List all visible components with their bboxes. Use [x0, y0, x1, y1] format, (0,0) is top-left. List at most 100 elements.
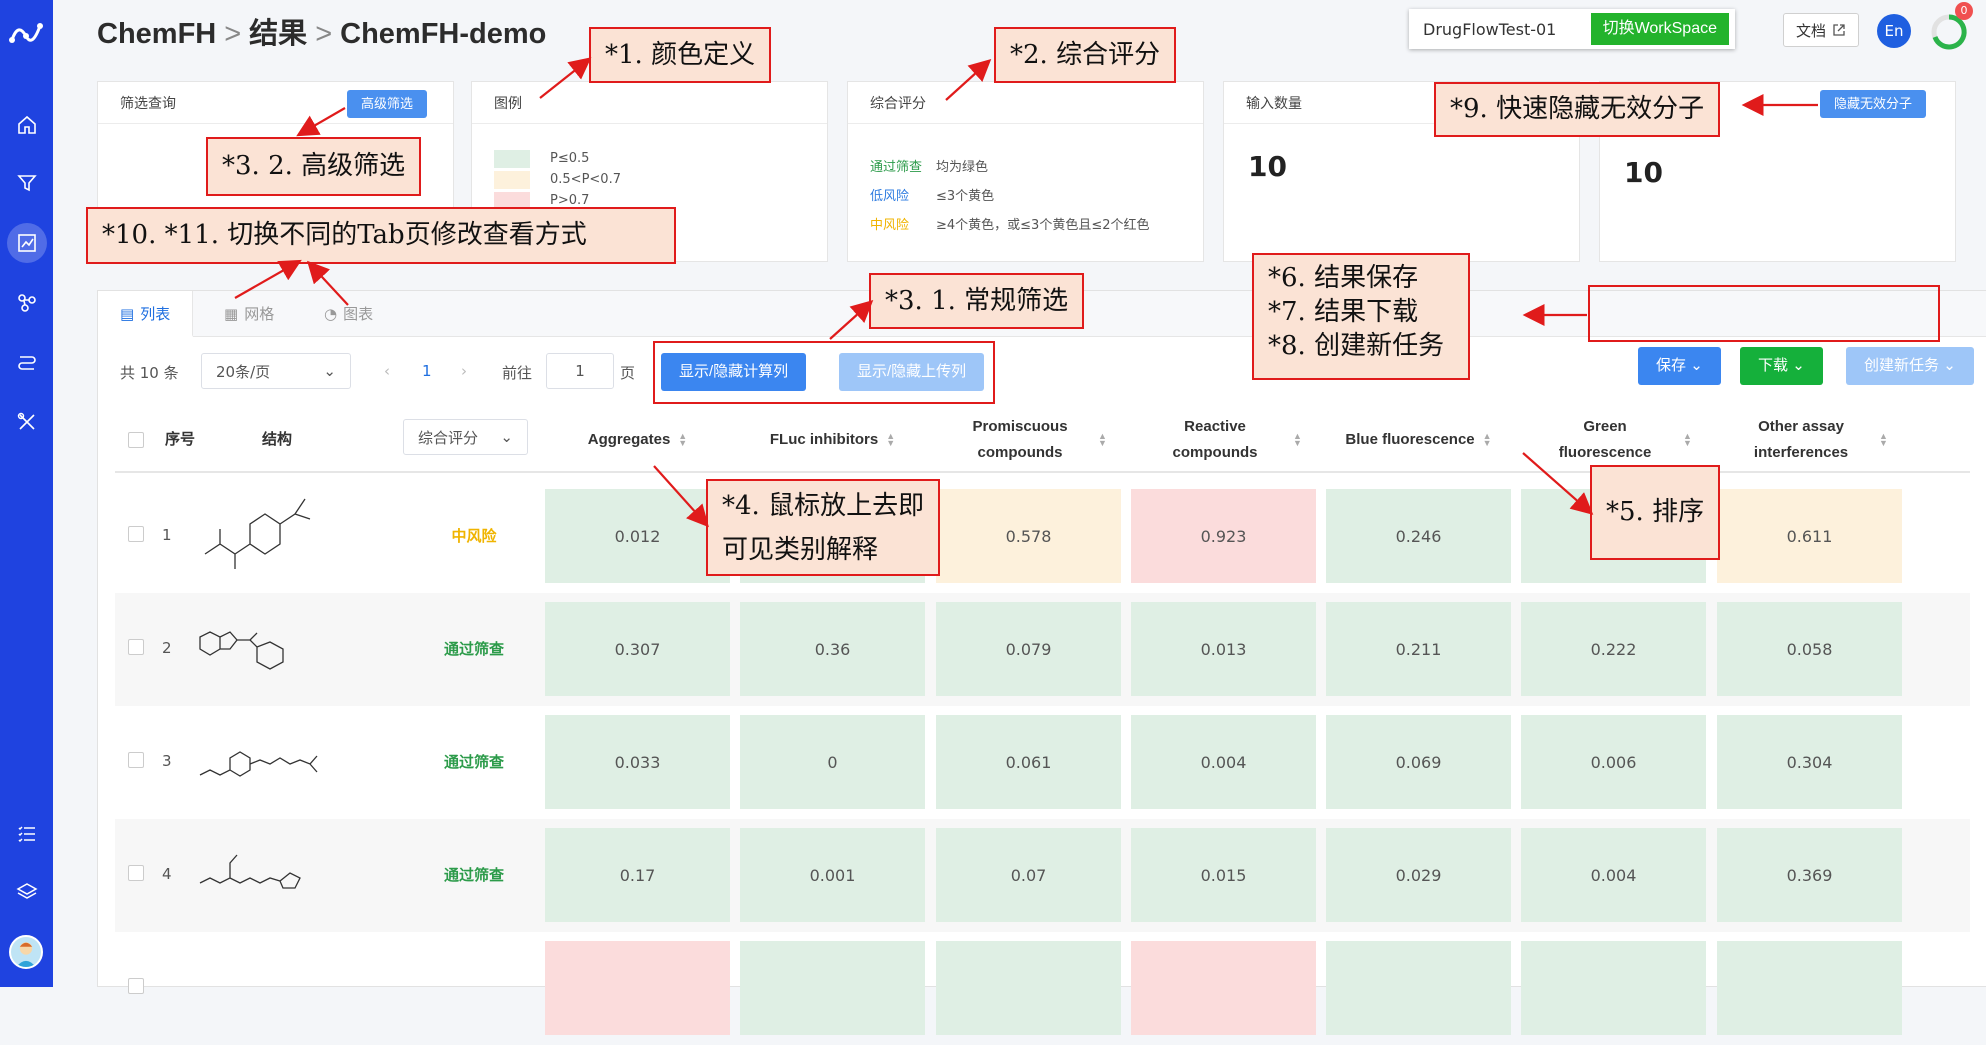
score-cell[interactable]: 0.17 — [545, 828, 730, 922]
new-task-button[interactable]: 创建新任务 ⌄ — [1846, 347, 1974, 385]
score-cell[interactable]: 0.013 — [1131, 602, 1316, 696]
score-filter-select[interactable]: 综合评分 ⌄ — [403, 419, 528, 455]
score-cell[interactable]: 0.033 — [545, 715, 730, 809]
score-cell[interactable] — [545, 941, 730, 1035]
score-cell[interactable]: 0.611 — [1717, 489, 1902, 583]
sort-icon[interactable]: ▲ ▼ — [886, 431, 895, 447]
table-row[interactable]: 4 通过筛查 0.17 0.001 0.07 0.015 0.029 0.004 0.369 — [115, 819, 1970, 932]
score-cell[interactable] — [1326, 941, 1511, 1035]
current-page[interactable]: 1 — [422, 362, 432, 380]
row-checkbox[interactable] — [128, 865, 144, 881]
switch-workspace-button[interactable]: 切换WorkSpace — [1590, 13, 1729, 45]
molecule-structure[interactable] — [195, 607, 325, 691]
score-label: 低风险 — [870, 189, 910, 204]
nav-molecule[interactable] — [0, 281, 53, 325]
main-area: ChemFH > 结果 > ChemFH-demo DrugFlowTest-01 切换… — [53, 0, 1986, 1035]
table-row[interactable] — [115, 932, 1970, 1045]
sort-icon[interactable]: ▲ ▼ — [678, 431, 687, 447]
sort-icon[interactable]: ▲ ▼ — [1293, 431, 1302, 447]
score-cell[interactable]: 0.001 — [740, 828, 925, 922]
score-cell[interactable]: 0 — [740, 715, 925, 809]
legend-item: P≤0.5 — [494, 148, 621, 169]
tab-list[interactable]: ▤ 列表 — [98, 291, 194, 337]
sort-icon[interactable]: ▲ ▼ — [1879, 431, 1888, 447]
nav-tasks[interactable] — [0, 812, 53, 856]
goto-page-input[interactable]: 1 — [546, 353, 614, 389]
score-cell[interactable]: 0.36 — [740, 602, 925, 696]
language-button[interactable]: En — [1877, 14, 1911, 48]
header-col-label: Promiscuous compounds — [972, 417, 1068, 461]
table-row[interactable]: 3 通过筛查 0.033 0 0.061 0.004 0.069 0.006 0.304 — [115, 706, 1970, 819]
score-cell[interactable] — [740, 941, 925, 1035]
score-cell[interactable]: 0.307 — [545, 602, 730, 696]
molecule-structure[interactable] — [195, 833, 325, 917]
score-cell[interactable]: 0.07 — [936, 828, 1121, 922]
molecule-structure[interactable] — [195, 494, 325, 578]
select-all-checkbox[interactable] — [128, 432, 144, 448]
score-cell[interactable]: 0.029 — [1326, 828, 1511, 922]
score-cell[interactable]: 0.069 — [1326, 715, 1511, 809]
score-cell[interactable]: 0.222 — [1521, 602, 1706, 696]
score-cell[interactable]: 0.079 — [936, 602, 1121, 696]
breadcrumb-results[interactable]: 结果 — [249, 18, 307, 50]
nav-layers[interactable] — [0, 870, 53, 914]
row-checkbox[interactable] — [128, 752, 144, 768]
sort-icon[interactable]: ▲ ▼ — [1483, 431, 1492, 447]
score-cell[interactable]: 0.004 — [1131, 715, 1316, 809]
header-col[interactable]: Reactive compounds ▲ ▼ — [1131, 406, 1316, 473]
row-checkbox[interactable] — [128, 639, 144, 655]
score-cell[interactable]: 0.211 — [1326, 602, 1511, 696]
prev-page-icon[interactable]: ‹ — [384, 362, 390, 380]
score-cell[interactable]: 0.012 — [545, 489, 730, 583]
pie-chart-icon: ◔ — [324, 305, 338, 323]
score-cell[interactable]: 0.058 — [1717, 602, 1902, 696]
score-cell[interactable]: 0.015 — [1131, 828, 1316, 922]
nav-flow[interactable] — [0, 340, 53, 384]
score-cell[interactable] — [1131, 941, 1316, 1035]
nav-results[interactable] — [0, 221, 53, 265]
score-cell[interactable] — [1717, 941, 1902, 1035]
download-button[interactable]: 下载 ⌄ — [1740, 347, 1823, 385]
score-card: 综合评分 通过筛查 均为绿色 低风险 ≤3个黄色 中风险 ≥4个黄色，或≤3个黄色且≤… — [847, 81, 1204, 262]
header-col[interactable]: FLuc inhibitors ▲ ▼ — [740, 406, 925, 473]
molecule-structure[interactable] — [195, 720, 325, 804]
score-cell[interactable]: 0.004 — [1521, 828, 1706, 922]
score-cell[interactable] — [936, 941, 1121, 1035]
page-size-select[interactable]: 20条/页 ⌄ — [201, 353, 351, 389]
score-cell[interactable]: 0.578 — [936, 489, 1121, 583]
row-checkbox[interactable] — [128, 526, 144, 542]
nav-tools[interactable] — [0, 400, 53, 444]
hide-invalid-button[interactable]: 隐藏无效分子 — [1820, 90, 1927, 118]
sort-icon[interactable]: ▲ ▼ — [1098, 431, 1107, 447]
score-cell[interactable]: 0.246 — [1326, 489, 1511, 583]
header-col[interactable]: Promiscuous compounds ▲ ▼ — [936, 406, 1121, 473]
new-task-label: 创建新任务 — [1864, 357, 1940, 374]
score-cell[interactable]: 0.304 — [1717, 715, 1902, 809]
breadcrumb-root[interactable]: ChemFH — [97, 18, 216, 50]
next-page-icon[interactable]: › — [461, 362, 467, 380]
table-row[interactable]: 2 通过筛查 0.307 0.36 0.079 0.013 0.211 0.222 0.058 — [115, 593, 1970, 706]
app-logo-icon[interactable] — [8, 14, 44, 50]
row-checkbox[interactable] — [128, 978, 144, 994]
score-cell[interactable] — [1521, 941, 1706, 1035]
score-desc: ≥4个黄色，或≤3个黄色且≤2个红色 — [936, 218, 1150, 233]
header-col[interactable]: Other assay interferences ▲ ▼ — [1717, 406, 1902, 473]
score-label: 中风险 — [870, 218, 910, 233]
advanced-filter-button[interactable]: 高级筛选 — [347, 90, 428, 118]
docs-button[interactable]: 文档 — [1783, 13, 1859, 47]
header-col[interactable]: Green fluorescence ▲ ▼ — [1521, 406, 1706, 473]
tab-chart[interactable]: ◔ 图表 — [324, 291, 373, 337]
score-cell[interactable]: 0.369 — [1717, 828, 1902, 922]
header-col[interactable]: Blue fluorescence ▲ ▼ — [1326, 406, 1511, 473]
score-cell[interactable]: 0.061 — [936, 715, 1121, 809]
nav-filter[interactable] — [0, 161, 53, 205]
header-col[interactable]: Aggregates ▲ ▼ — [545, 406, 730, 473]
nav-home[interactable] — [0, 103, 53, 147]
score-cell[interactable]: 0.923 — [1131, 489, 1316, 583]
save-button[interactable]: 保存 ⌄ — [1638, 347, 1721, 385]
tab-grid[interactable]: ▦ 网格 — [224, 291, 274, 337]
score-cell[interactable]: 0.006 — [1521, 715, 1706, 809]
user-avatar[interactable] — [9, 935, 43, 969]
sort-icon[interactable]: ▲ ▼ — [1683, 431, 1692, 447]
chevron-down-icon: ⌄ — [1943, 357, 1956, 374]
